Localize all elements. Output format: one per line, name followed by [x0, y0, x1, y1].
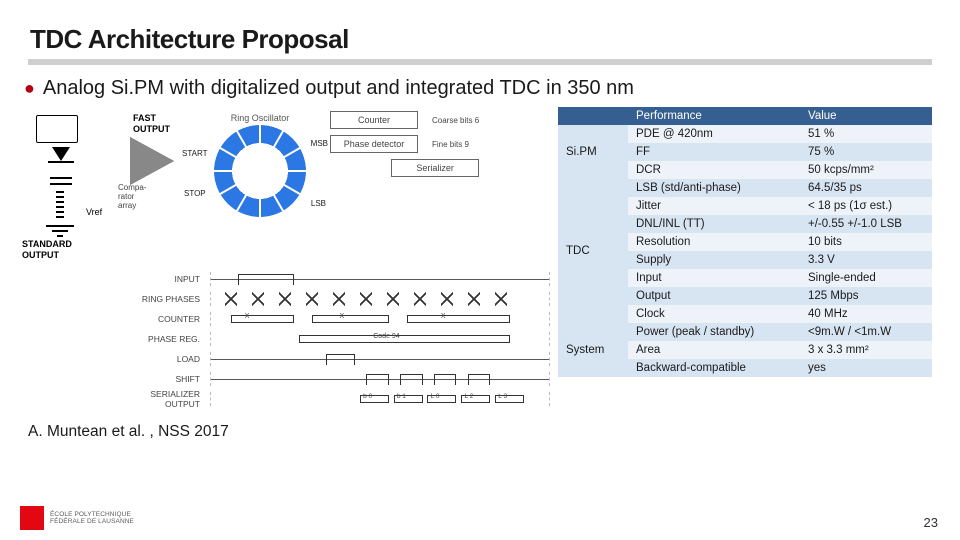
- slide-title: TDC Architecture Proposal: [30, 24, 932, 55]
- table-cell-value: Single-ended: [800, 269, 932, 287]
- frontend-schematic: FASTOUTPUT STANDARDOUTPUT Vref: [28, 111, 118, 261]
- phase-detector-block: Phase detector: [330, 135, 418, 153]
- table-cell-name: Jitter: [628, 197, 800, 215]
- table-cell-name: Input: [628, 269, 800, 287]
- timing-label: COUNTER: [120, 314, 200, 324]
- vref-label: Vref: [86, 207, 102, 217]
- table-cell-name: DNL/INL (TT): [628, 215, 800, 233]
- ring-oscillator-label: Ring Oscillator: [200, 113, 320, 123]
- comparator-array: Compa-ratorarray: [124, 123, 194, 233]
- diagram-column: FASTOUTPUT STANDARDOUTPUT Vref Compa-rat…: [28, 111, 548, 409]
- table-cell-value: < 18 ps (1σ est.): [800, 197, 932, 215]
- ring-icon: START STOP MSB LSB: [214, 125, 306, 217]
- bullet-text: Analog Si.PM with digitalized output and…: [43, 75, 634, 101]
- table-cell-value: 75 %: [800, 143, 932, 161]
- comparator-label: Compa-ratorarray: [118, 183, 146, 210]
- table-group-label: Si.PM: [558, 125, 628, 179]
- msb-label: MSB: [311, 139, 328, 148]
- page-number: 23: [924, 515, 938, 530]
- slide: TDC Architecture Proposal ● Analog Si.PM…: [0, 0, 960, 540]
- performance-table: Performance Value Si.PMPDE @ 420nm51 %FF…: [558, 107, 932, 377]
- table-cell-name: Output: [628, 287, 800, 305]
- timing-label: INPUT: [120, 274, 200, 284]
- block-diagram: FASTOUTPUT STANDARDOUTPUT Vref Compa-rat…: [28, 111, 548, 261]
- ring-oscillator: Ring Oscillator START STOP MSB LSB: [200, 111, 320, 241]
- table-cell-name: DCR: [628, 161, 800, 179]
- table-cell-name: Clock: [628, 305, 800, 323]
- table-cell-name: LSB (std/anti-phase): [628, 179, 800, 197]
- standard-output-label: STANDARDOUTPUT: [22, 239, 72, 261]
- serializer-block: Serializer: [391, 159, 479, 177]
- table-cell-name: Backward-compatible: [628, 359, 800, 377]
- table-cell-value: 3.3 V: [800, 251, 932, 269]
- table-cell-value: 3 x 3.3 mm²: [800, 341, 932, 359]
- epfl-logo-text: ÉCOLE POLYTECHNIQUE FÉDÉRALE DE LAUSANNE: [50, 511, 134, 526]
- timing-label: SERIALIZER OUTPUT: [120, 389, 200, 409]
- performance-table-wrap: Performance Value Si.PMPDE @ 420nm51 %FF…: [558, 111, 932, 377]
- table-cell-name: Resolution: [628, 233, 800, 251]
- table-group-label: System: [558, 323, 628, 377]
- table-cell-value: 51 %: [800, 125, 932, 143]
- counter-block: Counter: [330, 111, 418, 129]
- timing-label: PHASE REG.: [120, 334, 200, 344]
- table-row: Si.PMPDE @ 420nm51 %: [558, 125, 932, 143]
- table-cell-value: 50 kcps/mm²: [800, 161, 932, 179]
- table-head-performance: Performance: [628, 107, 800, 125]
- table-head-value: Value: [800, 107, 932, 125]
- table-head-blank: [558, 107, 628, 125]
- table-cell-name: Area: [628, 341, 800, 359]
- table-row: SystemPower (peak / standby)<9m.W / <1m.…: [558, 323, 932, 341]
- bullet-line: ● Analog Si.PM with digitalized output a…: [22, 75, 932, 101]
- table-cell-value: <9m.W / <1m.W: [800, 323, 932, 341]
- table-cell-value: 40 MHz: [800, 305, 932, 323]
- table-cell-value: 125 Mbps: [800, 287, 932, 305]
- lsb-label: LSB: [311, 199, 326, 208]
- timing-label: SHIFT: [120, 374, 200, 384]
- table-cell-value: 10 bits: [800, 233, 932, 251]
- table-cell-name: PDE @ 420nm: [628, 125, 800, 143]
- table-cell-value: +/-0.55 +/-1.0 LSB: [800, 215, 932, 233]
- table-cell-value: 64.5/35 ps: [800, 179, 932, 197]
- title-rule: [28, 59, 932, 65]
- table-row: TDCLSB (std/anti-phase)64.5/35 ps: [558, 179, 932, 197]
- start-label: START: [182, 149, 207, 158]
- citation: A. Muntean et al. , NSS 2017: [28, 423, 932, 441]
- epfl-logo: ÉCOLE POLYTECHNIQUE FÉDÉRALE DE LAUSANNE: [20, 506, 134, 530]
- epfl-logo-icon: [20, 506, 44, 530]
- timing-diagram: INPUT RING PHASES COUNTER X X: [120, 269, 550, 409]
- table-cell-name: FF: [628, 143, 800, 161]
- stop-label: STOP: [184, 189, 206, 198]
- timing-label: LOAD: [120, 354, 200, 364]
- bullet-icon: ●: [24, 75, 35, 101]
- table-cell-value: yes: [800, 359, 932, 377]
- body-row: FASTOUTPUT STANDARDOUTPUT Vref Compa-rat…: [28, 111, 932, 409]
- table-cell-name: Power (peak / standby): [628, 323, 800, 341]
- block-chain: Counter Coarse bits 6 Phase detector Fin…: [330, 111, 479, 177]
- table-cell-name: Supply: [628, 251, 800, 269]
- timing-label: RING PHASES: [120, 294, 200, 304]
- table-group-label: TDC: [558, 179, 628, 323]
